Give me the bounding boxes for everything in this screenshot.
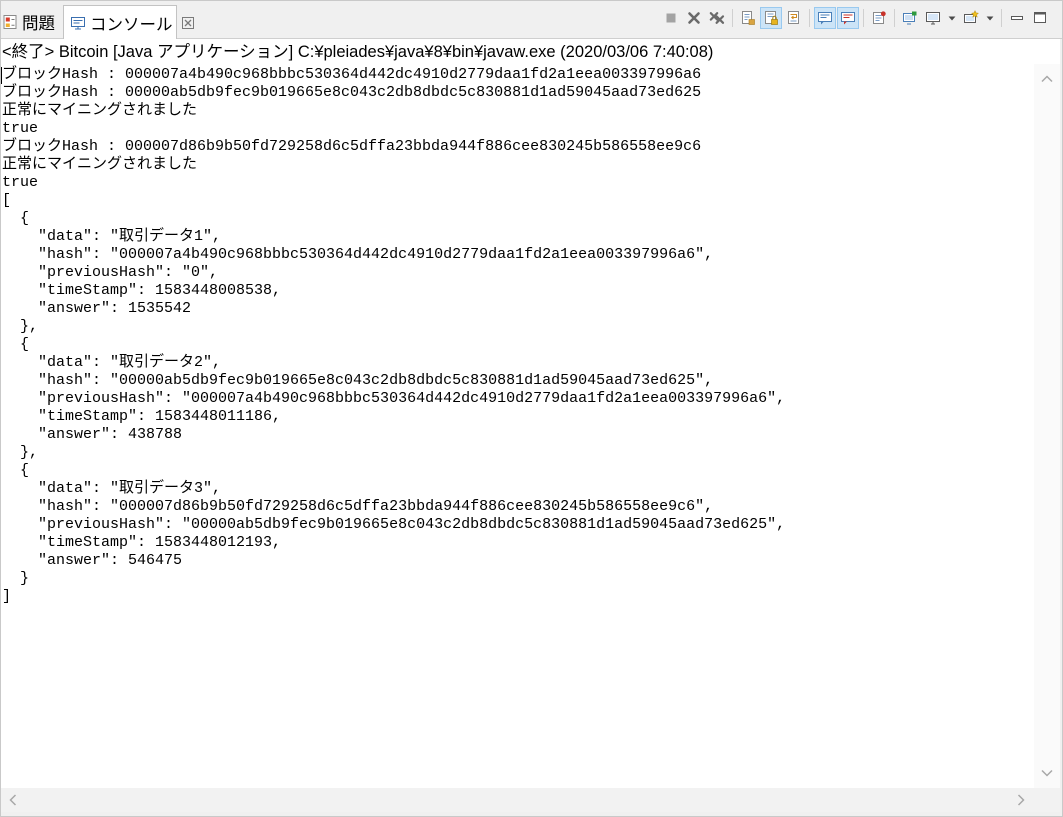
console-line: "timeStamp": 1583448012193, bbox=[2, 534, 282, 551]
chevron-down-icon bbox=[947, 13, 957, 23]
console-line: "previousHash": "00000ab5db9fec9b019665e… bbox=[2, 516, 786, 533]
console-line: "answer": 1535542 bbox=[2, 300, 192, 317]
problems-icon bbox=[2, 14, 18, 30]
word-wrap-icon bbox=[786, 10, 802, 26]
open-console-icon bbox=[963, 10, 979, 26]
console-line: ] bbox=[2, 588, 12, 605]
scroll-lock-button[interactable] bbox=[760, 7, 782, 29]
display-selected-console-icon bbox=[925, 10, 941, 26]
console-line: }, bbox=[2, 444, 39, 461]
console-line: "hash": "000007d86b9b50fd729258d6c5dffa2… bbox=[2, 498, 714, 515]
scroll-up-button[interactable] bbox=[1040, 72, 1054, 86]
console-line: }, bbox=[2, 318, 39, 335]
console-line: { bbox=[2, 336, 30, 353]
text-caret bbox=[1, 67, 2, 84]
horizontal-scrollbar[interactable] bbox=[0, 788, 1034, 812]
console-line: "hash": "000007a4b490c968bbbc530364d442d… bbox=[2, 246, 714, 263]
console-line: } bbox=[2, 570, 30, 587]
console-toolbar bbox=[660, 6, 1051, 30]
display-selected-console-dropdown-button[interactable] bbox=[945, 7, 959, 29]
console-line: "data": "取引データ3", bbox=[2, 480, 222, 497]
launch-description: <終了> Bitcoin [Java アプリケーション] C:¥pleiades… bbox=[2, 43, 714, 61]
open-console-dropdown-button[interactable] bbox=[983, 7, 997, 29]
console-line: true bbox=[2, 174, 39, 191]
terminate-icon bbox=[663, 10, 679, 26]
new-console-view-icon bbox=[902, 10, 918, 26]
remove-launch-button[interactable] bbox=[683, 7, 705, 29]
console-line: ブロックHash : 00000ab5db9fec9b019665e8c043c… bbox=[2, 84, 702, 101]
show-on-stdout-button[interactable] bbox=[814, 7, 836, 29]
console-line: { bbox=[2, 210, 30, 227]
console-line: true bbox=[2, 120, 39, 137]
close-icon[interactable] bbox=[181, 16, 195, 30]
clear-console-button[interactable] bbox=[737, 7, 759, 29]
minimize-icon bbox=[1009, 10, 1025, 26]
console-line: 正常にマイニングされました bbox=[2, 156, 198, 173]
scroll-lock-icon bbox=[763, 10, 779, 26]
maximize-icon bbox=[1032, 10, 1048, 26]
console-line: "answer": 438788 bbox=[2, 426, 183, 443]
remove-all-icon bbox=[709, 10, 725, 26]
console-line: "data": "取引データ2", bbox=[2, 354, 222, 371]
pin-console-icon bbox=[871, 10, 887, 26]
scroll-down-button[interactable] bbox=[1040, 766, 1054, 780]
console-line: "timeStamp": 1583448011186, bbox=[2, 408, 282, 425]
remove-all-terminated-button[interactable] bbox=[706, 7, 728, 29]
console-line: "timeStamp": 1583448008538, bbox=[2, 282, 282, 299]
console-line: "previousHash": "0", bbox=[2, 264, 219, 281]
chevron-up-icon bbox=[1040, 72, 1054, 86]
console-line: "previousHash": "000007a4b490c968bbbc530… bbox=[2, 390, 786, 407]
chevron-right-icon bbox=[1014, 793, 1028, 807]
view-tab-bar: 問題 コンソール bbox=[0, 0, 1063, 39]
console-icon bbox=[70, 15, 86, 31]
vertical-scrollbar[interactable] bbox=[1034, 64, 1060, 788]
console-line: ブロックHash : 000007a4b490c968bbbc530364d44… bbox=[2, 66, 702, 83]
show-stderr-icon bbox=[840, 10, 856, 26]
pin-console-button[interactable] bbox=[868, 7, 890, 29]
console-line: ブロックHash : 000007d86b9b50fd729258d6c5dff… bbox=[2, 138, 702, 155]
terminate-button[interactable] bbox=[660, 7, 682, 29]
chevron-down-icon bbox=[1040, 766, 1054, 780]
remove-launch-icon bbox=[686, 10, 702, 26]
scroll-left-button[interactable] bbox=[6, 793, 20, 807]
toolbar-separator bbox=[1001, 9, 1002, 27]
show-stdout-icon bbox=[817, 10, 833, 26]
show-on-stderr-button[interactable] bbox=[837, 7, 859, 29]
tab-problems[interactable]: 問題 bbox=[0, 5, 62, 38]
console-line: 正常にマイニングされました bbox=[2, 102, 198, 119]
toolbar-separator bbox=[894, 9, 895, 27]
toolbar-separator bbox=[863, 9, 864, 27]
open-console-button[interactable] bbox=[960, 7, 982, 29]
word-wrap-button[interactable] bbox=[783, 7, 805, 29]
toolbar-separator bbox=[732, 9, 733, 27]
console-line: "hash": "00000ab5db9fec9b019665e8c043c2d… bbox=[2, 372, 714, 389]
toolbar-separator bbox=[809, 9, 810, 27]
console-line: { bbox=[2, 462, 30, 479]
console-line: "data": "取引データ1", bbox=[2, 228, 222, 245]
chevron-down-icon bbox=[985, 13, 995, 23]
chevron-left-icon bbox=[6, 793, 20, 807]
clear-console-icon bbox=[740, 10, 756, 26]
minimize-button[interactable] bbox=[1006, 7, 1028, 29]
tab-label: 問題 bbox=[22, 14, 55, 33]
tab-console[interactable]: コンソール bbox=[63, 5, 194, 39]
scrollbar-corner bbox=[1034, 788, 1060, 812]
new-console-view-button[interactable] bbox=[899, 7, 921, 29]
scroll-right-button[interactable] bbox=[1014, 793, 1028, 807]
console-line: [ bbox=[2, 192, 12, 209]
maximize-button[interactable] bbox=[1029, 7, 1051, 29]
console-line: "answer": 546475 bbox=[2, 552, 183, 569]
display-selected-console-button[interactable] bbox=[922, 7, 944, 29]
console-output[interactable]: ブロックHash : 000007a4b490c968bbbc530364d44… bbox=[0, 64, 1034, 788]
tab-label: コンソール bbox=[90, 15, 173, 34]
